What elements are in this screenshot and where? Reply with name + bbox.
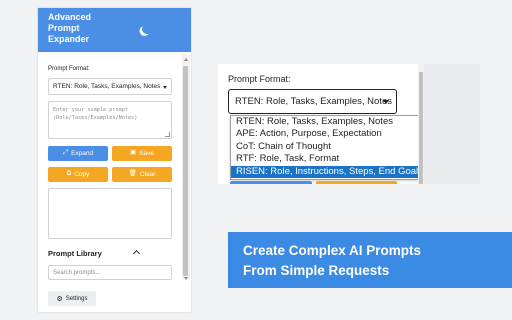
output-textarea[interactable] [48, 188, 172, 239]
popup-header: Advanced Prompt Expander [38, 8, 191, 52]
search-prompts-input[interactable]: Search prompts... [48, 265, 172, 280]
expand-button[interactable]: ⤢ Expand [48, 146, 108, 161]
prompt-input[interactable]: Enter your simple prompt (Role/Tasks/Exa… [48, 101, 172, 139]
scroll-down-arrow-icon[interactable] [184, 277, 188, 280]
resize-handle[interactable] [165, 132, 170, 137]
scroll-up-arrow-icon[interactable] [184, 58, 188, 61]
tagline-line2: From Simple Requests [243, 263, 390, 278]
trash-icon: 🗑 [128, 170, 137, 178]
prompt-format-select[interactable]: RTEN: Role, Tasks, Examples, Notes [48, 78, 172, 95]
zoomed-dropdown-view: Prompt Format: RTEN: Role, Tasks, Exampl… [218, 64, 480, 184]
save-label: Save [139, 150, 154, 157]
copy-icon: ⧉ [66, 170, 72, 178]
moon-icon[interactable] [141, 23, 154, 36]
expand-icon: ⤢ [62, 149, 69, 157]
prompt-library-title: Prompt Library [48, 249, 102, 258]
prompt-format-label: Prompt Format: [48, 66, 90, 72]
gear-icon: ⚙ [56, 295, 63, 303]
clear-button[interactable]: 🗑 Clear [112, 167, 172, 182]
chevron-down-icon [163, 86, 167, 89]
save-button-peek [316, 181, 397, 184]
app-title-line3: Expander [48, 34, 90, 44]
save-button[interactable]: ▣ Save [112, 146, 172, 161]
copy-button[interactable]: ⧉ Copy [48, 167, 108, 182]
promo-canvas: Advanced Prompt Expander Prompt Format: … [0, 0, 512, 320]
app-title-line2: Prompt [48, 23, 80, 33]
clear-label: Clear [139, 171, 156, 178]
settings-label: Settings [65, 295, 88, 302]
copy-label: Copy [74, 171, 90, 178]
zoom-selected-value: RTEN: Role, Tasks, Examples, Notes [235, 96, 392, 107]
settings-button[interactable]: ⚙ Settings [48, 291, 96, 306]
extension-popup: Advanced Prompt Expander Prompt Format: … [38, 8, 191, 312]
app-title-line1: Advanced [48, 12, 92, 22]
app-title: Advanced Prompt Expander [48, 12, 128, 45]
scroll-thumb[interactable] [183, 66, 188, 276]
zoom-prompt-format-select[interactable]: RTEN: Role, Tasks, Examples, Notes [228, 89, 397, 114]
save-icon: ▣ [130, 149, 137, 157]
tagline-text: Create Complex AI Prompts From Simple Re… [243, 241, 421, 281]
tagline-line1: Create Complex AI Prompts [243, 243, 422, 258]
search-placeholder: Search prompts... [53, 270, 101, 276]
zoom-page-edge [424, 64, 480, 184]
expand-label: Expand [71, 150, 94, 157]
chevron-down-icon [383, 100, 389, 104]
zoom-scroll-thumb [419, 72, 423, 184]
tagline-banner: Create Complex AI Prompts From Simple Re… [228, 232, 512, 288]
prompt-format-value: RTEN: Role, Tasks, Examples, Notes [53, 83, 161, 90]
expand-button-peek [230, 181, 312, 184]
prompt-input-placeholder: Enter your simple prompt (Role/Tasks/Exa… [53, 107, 138, 121]
zoom-prompt-format-label: Prompt Format: [228, 74, 291, 84]
